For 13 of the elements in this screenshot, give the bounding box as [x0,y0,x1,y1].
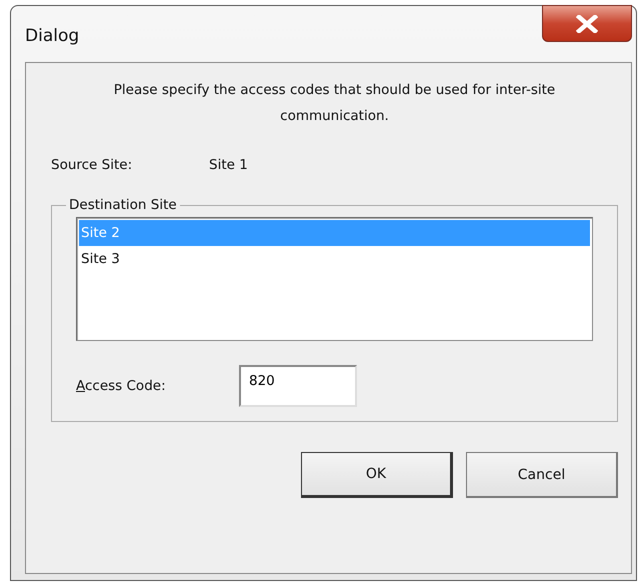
close-button[interactable] [542,5,632,42]
source-site-value: Site 1 [209,157,248,173]
group-legend: Destination Site [66,197,180,213]
source-site-label: Source Site: [51,157,132,173]
ok-button[interactable]: OK [301,452,453,498]
access-code-label: Access Code: [76,378,167,394]
window-title: Dialog [25,26,80,46]
instruction-text: Please specify the access codes that should be used for inter-site communication. [112,81,556,126]
close-icon [576,14,598,32]
site-list[interactable]: Site 2 Site 3 [76,217,593,341]
site-list-item[interactable]: Site 3 [79,246,590,272]
access-code-field[interactable]: 820 [239,365,357,407]
cancel-button[interactable]: Cancel [466,452,618,498]
